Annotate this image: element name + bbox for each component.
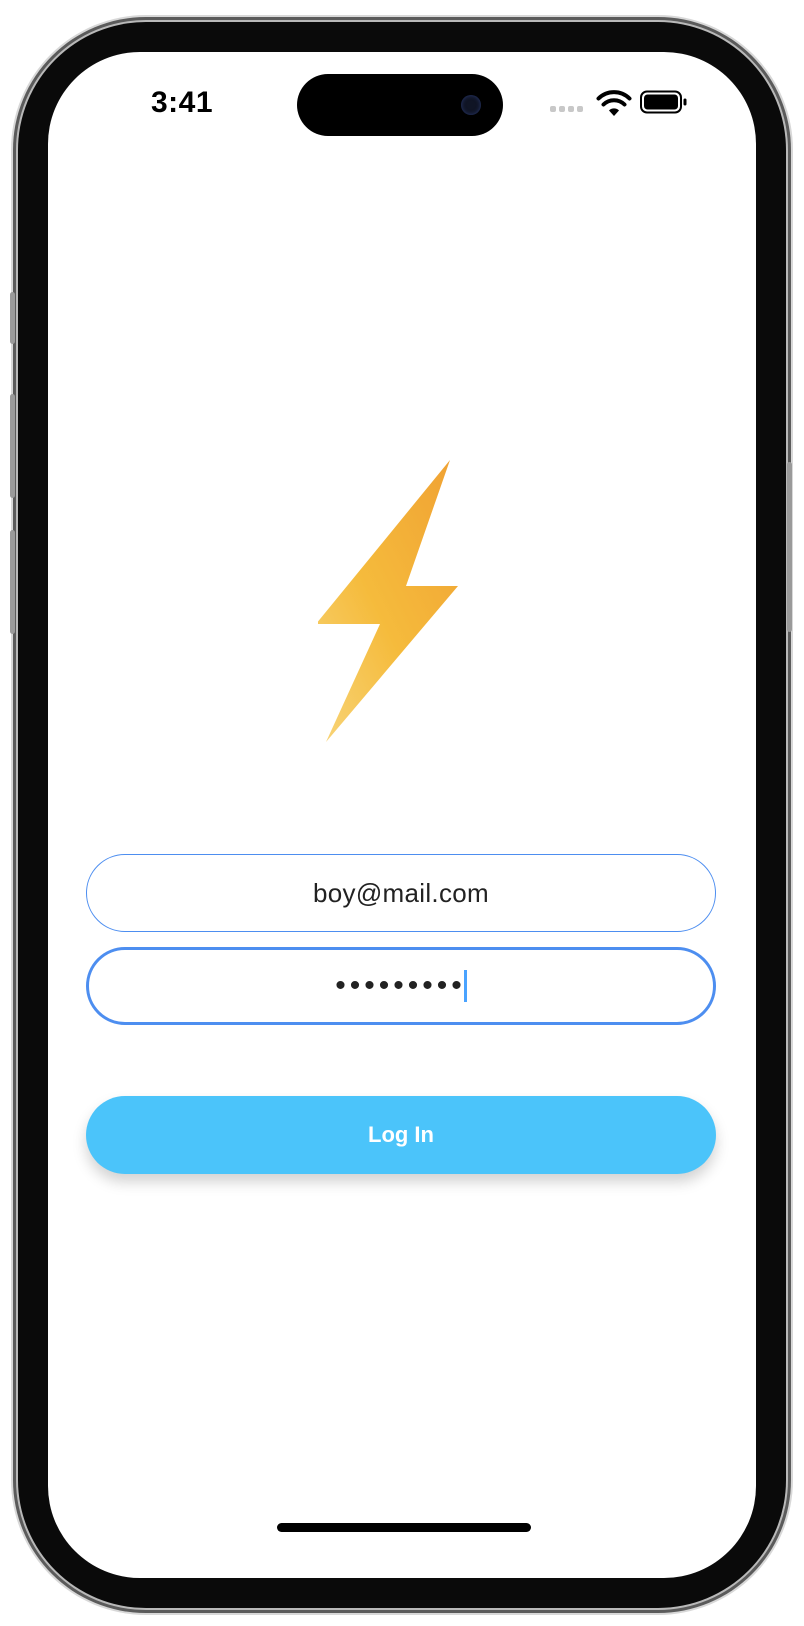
camera-icon <box>461 95 481 115</box>
login-button[interactable]: Log In <box>86 1096 716 1174</box>
password-value: ••••••••• <box>335 969 466 1002</box>
login-button-label: Log In <box>368 1122 434 1147</box>
password-field[interactable]: ••••••••• <box>86 947 716 1025</box>
email-field[interactable]: boy@mail.com <box>86 854 716 932</box>
volume-down-button <box>10 530 15 634</box>
home-indicator[interactable] <box>277 1523 531 1532</box>
volume-up-button <box>10 394 15 498</box>
cellular-signal-icon <box>550 106 583 112</box>
status-time: 3:41 <box>151 86 214 119</box>
power-button <box>787 462 792 632</box>
battery-icon <box>640 90 687 114</box>
email-value: boy@mail.com <box>313 877 489 908</box>
lightning-bolt-icon <box>318 460 458 742</box>
side-button-left <box>10 292 15 344</box>
text-cursor <box>463 970 467 1002</box>
wifi-icon <box>596 90 632 116</box>
dynamic-island <box>297 74 503 136</box>
app-screen: 3:41 boy@mail.com ••••••••• Log In <box>48 52 756 1578</box>
